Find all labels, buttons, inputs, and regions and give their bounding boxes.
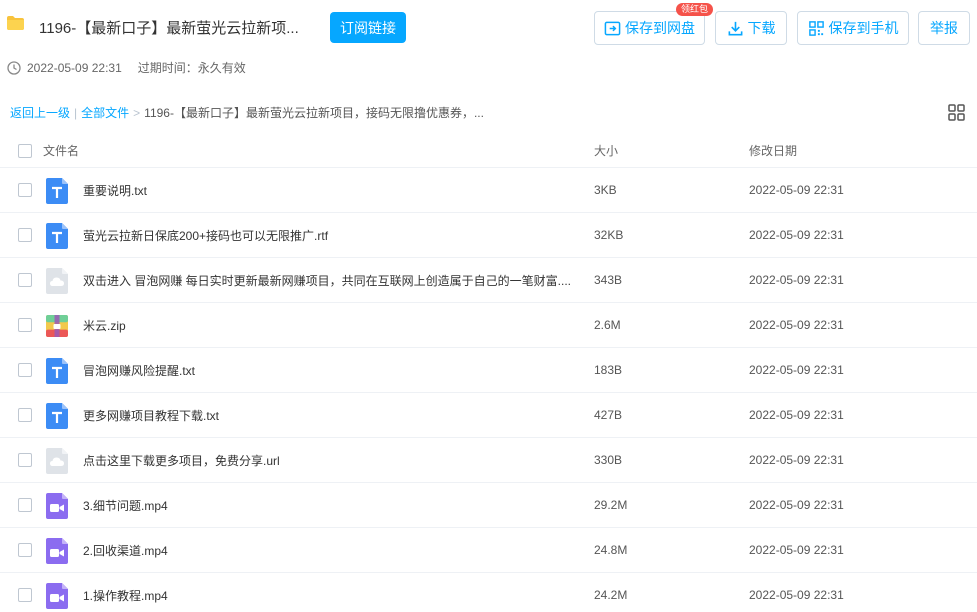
file-size: 330B [594,453,623,467]
table-row[interactable]: 重要说明.txt 3KB 2022-05-09 22:31 [0,168,977,213]
file-name[interactable]: 点击这里下载更多项目，免费分享.url [83,452,578,469]
file-name[interactable]: 冒泡网赚风险提醒.txt [83,362,578,379]
row-checkbox[interactable] [18,498,32,512]
share-header: 1196-【最新口子】最新萤光云拉新项... 订阅链接 保存到网盘 领红包 下载… [0,0,977,100]
table-row[interactable]: 1.操作教程.mp4 24.2M 2022-05-09 22:31 [0,573,977,612]
row-checkbox[interactable] [18,588,32,602]
table-row[interactable]: 萤光云拉新日保底200+接码也可以无限推广.rtf 32KB 2022-05-09 … [0,213,977,258]
table-row[interactable]: 点击这里下载更多项目，免费分享.url 330B 2022-05-09 22:31 [0,438,977,483]
qr-code-icon [808,20,824,36]
download-button[interactable]: 下载 [715,11,787,45]
save-to-phone-label: 保存到手机 [828,20,899,36]
table-row[interactable]: 米云.zip 2.6M 2022-05-09 22:31 [0,303,977,348]
file-date: 2022-05-09 22:31 [749,363,844,377]
download-label: 下载 [747,20,776,36]
file-name[interactable]: 更多网赚项目教程下载.txt [83,407,578,424]
video-icon [46,493,68,519]
row-checkbox[interactable] [18,453,32,467]
file-name[interactable]: 米云.zip [83,317,578,334]
breadcrumb-current: 1196-【最新口子】最新萤光云拉新项目，接码无限撸优惠券，... [144,106,484,120]
video-icon [46,583,68,609]
file-date: 2022-05-09 22:31 [749,588,844,602]
file-size: 3KB [594,183,617,197]
file-size: 24.8M [594,543,628,557]
column-header-date[interactable]: 修改日期 [749,142,797,159]
video-icon [46,538,68,564]
file-size: 29.2M [594,498,628,512]
file-name[interactable]: 1.操作教程.mp4 [83,587,578,604]
file-date: 2022-05-09 22:31 [749,543,844,557]
table-row[interactable]: 2.回收渠道.mp4 24.8M 2022-05-09 22:31 [0,528,977,573]
table-row[interactable]: 3.细节问题.mp4 29.2M 2022-05-09 22:31 [0,483,977,528]
row-checkbox[interactable] [18,228,32,242]
clock-icon [7,60,21,75]
file-date: 2022-05-09 22:31 [749,273,844,287]
column-header-name[interactable]: 文件名 [43,142,79,159]
breadcrumb-separator: | [74,105,78,120]
file-name[interactable]: 双击进入 冒泡网赚 每日实时更新最新网赚项目，共同在互联网上创造属于自己的一笔财… [83,272,578,289]
grid-view-icon[interactable] [948,104,965,121]
save-to-disk-label: 保存到网盘 [625,20,695,36]
row-checkbox[interactable] [18,543,32,557]
breadcrumb: 返回上一级 | 全部文件 > 1196-【最新口子】最新萤光云拉新项目，接码无限… [10,104,484,121]
file-size: 24.2M [594,588,628,602]
file-name[interactable]: 萤光云拉新日保底200+接码也可以无限推广.rtf [83,227,578,244]
cloud-file-icon [46,268,68,294]
save-disk-icon [604,21,621,35]
expire-time: 过期时间：永久有效 [137,61,246,75]
breadcrumb-all-files-link[interactable]: 全部文件 [81,104,129,121]
page-title: 1196-【最新口子】最新萤光云拉新项... [39,20,299,37]
file-date: 2022-05-09 22:31 [749,183,844,197]
download-icon [728,21,742,35]
row-checkbox[interactable] [18,318,32,332]
file-size: 427B [594,408,623,422]
select-all-checkbox[interactable] [18,144,32,158]
txt-icon [46,178,68,204]
subscribe-link-button[interactable]: 订阅链接 [330,12,406,43]
cloud-file-icon [46,448,68,474]
file-date: 2022-05-09 22:31 [749,408,844,422]
file-table-header: 文件名 大小 修改日期 [0,135,977,168]
save-to-disk-button[interactable]: 保存到网盘 [594,11,705,45]
report-button[interactable]: 举报 [918,11,970,45]
table-row[interactable]: 双击进入 冒泡网赚 每日实时更新最新网赚项目，共同在互联网上创造属于自己的一笔财… [0,258,977,303]
file-date: 2022-05-09 22:31 [749,498,844,512]
share-time: 2022-05-09 22:31 [27,60,122,75]
save-to-phone-button[interactable]: 保存到手机 [797,11,909,45]
file-date: 2022-05-09 22:31 [749,318,844,332]
file-name[interactable]: 重要说明.txt [83,182,578,199]
breadcrumb-back-link[interactable]: 返回上一级 [10,104,70,121]
row-checkbox[interactable] [18,273,32,287]
row-checkbox[interactable] [18,408,32,422]
file-date: 2022-05-09 22:31 [749,453,844,467]
row-checkbox[interactable] [18,183,32,197]
file-name[interactable]: 3.细节问题.mp4 [83,497,578,514]
column-header-size[interactable]: 大小 [594,142,618,159]
folder-icon [7,16,24,30]
txt-icon [46,403,68,429]
zip-icon [46,313,68,339]
file-size: 343B [594,273,623,287]
file-name[interactable]: 2.回收渠道.mp4 [83,542,578,559]
share-meta: 2022-05-09 22:31 过期时间：永久有效 [7,59,246,76]
file-size: 183B [594,363,623,377]
table-row[interactable]: 更多网赚项目教程下载.txt 427B 2022-05-09 22:31 [0,393,977,438]
txt-icon [46,358,68,384]
file-size: 32KB [594,228,624,242]
breadcrumb-chevron: > [133,105,141,120]
table-row[interactable]: 冒泡网赚风险提醒.txt 183B 2022-05-09 22:31 [0,348,977,393]
red-packet-badge[interactable]: 领红包 [676,3,714,16]
file-size: 2.6M [594,318,621,332]
file-date: 2022-05-09 22:31 [749,228,844,242]
row-checkbox[interactable] [18,363,32,377]
txt-icon [46,223,68,249]
